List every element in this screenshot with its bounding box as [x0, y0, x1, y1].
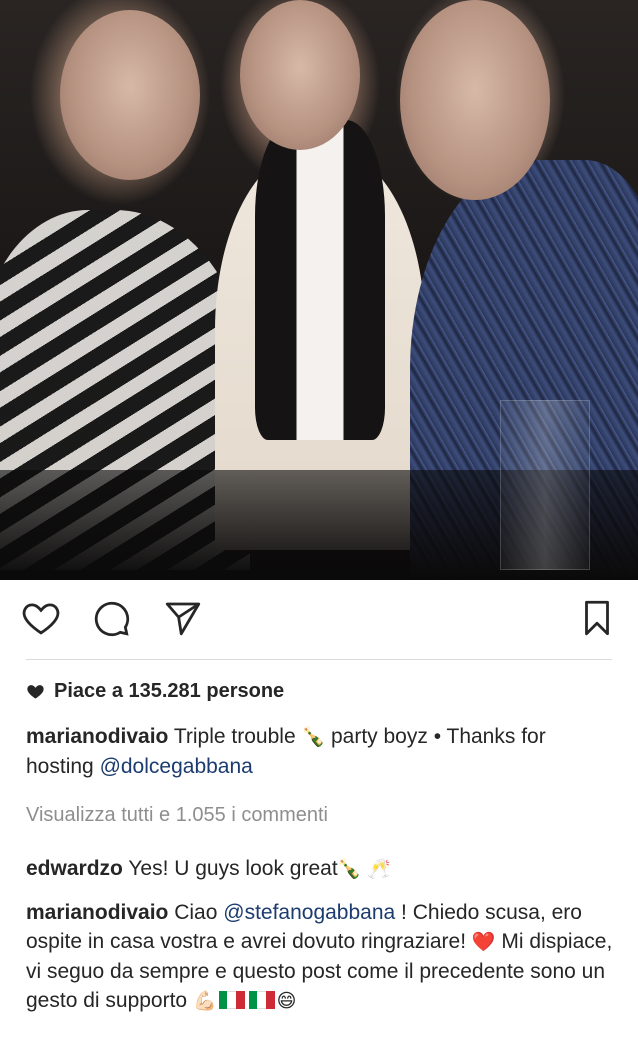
- caption-mention[interactable]: @dolcegabbana: [100, 755, 253, 778]
- comment-username[interactable]: edwardzo: [26, 857, 123, 880]
- comment-item: marianodivaio Ciao @stefanogabbana ! Chi…: [26, 898, 616, 1016]
- comment-item: edwardzo Yes! U guys look great🍾 🥂: [26, 854, 616, 884]
- italy-flag-icon: [218, 988, 245, 1009]
- share-button[interactable]: [160, 595, 206, 641]
- red-heart-emoji: ❤️: [471, 931, 496, 953]
- heart-filled-icon: [27, 684, 44, 699]
- champagne-emoji: 🍾: [301, 726, 326, 748]
- heart-outline-icon: [22, 603, 60, 635]
- flexed-biceps-emoji: 💪🏻: [192, 990, 217, 1012]
- italy-flag-icon: [248, 988, 275, 1009]
- grinning-face-emoji: 😄: [276, 990, 297, 1012]
- photo-face-left: [60, 10, 200, 180]
- likes-text: Piace a 135.281 persone: [54, 679, 285, 702]
- caption-username[interactable]: marianodivaio: [26, 725, 168, 748]
- divider: [26, 659, 612, 660]
- save-button[interactable]: [574, 595, 620, 641]
- post-photo[interactable]: [0, 0, 638, 580]
- comment-text-1: Ciao: [168, 901, 224, 924]
- likes-count[interactable]: Piace a 135.281 persone: [26, 678, 284, 704]
- comment-username[interactable]: marianodivaio: [26, 901, 168, 924]
- photo-face-middle: [240, 0, 360, 150]
- comments-section: marianodivaio Triple trouble 🍾 party boy…: [26, 722, 616, 1016]
- photo-face-right: [400, 0, 550, 200]
- paper-plane-icon: [165, 602, 201, 636]
- comment-text: Yes! U guys look great: [122, 857, 338, 880]
- champagne-glasses-emoji: 🍾 🥂: [337, 858, 392, 880]
- comment-button[interactable]: [88, 595, 134, 641]
- caption-text-before: Triple trouble: [168, 725, 302, 748]
- like-button[interactable]: [18, 595, 64, 641]
- bookmark-icon: [585, 600, 609, 636]
- comment-bubble-icon: [94, 601, 130, 637]
- post-action-bar: [0, 595, 638, 645]
- caption: marianodivaio Triple trouble 🍾 party boy…: [26, 722, 616, 781]
- view-all-comments-link[interactable]: Visualizza tutti e 1.055 i commenti: [26, 801, 616, 830]
- comment-mention[interactable]: @stefanogabbana: [223, 901, 395, 924]
- photo-glass: [500, 400, 590, 570]
- photo-tuxedo: [255, 120, 385, 440]
